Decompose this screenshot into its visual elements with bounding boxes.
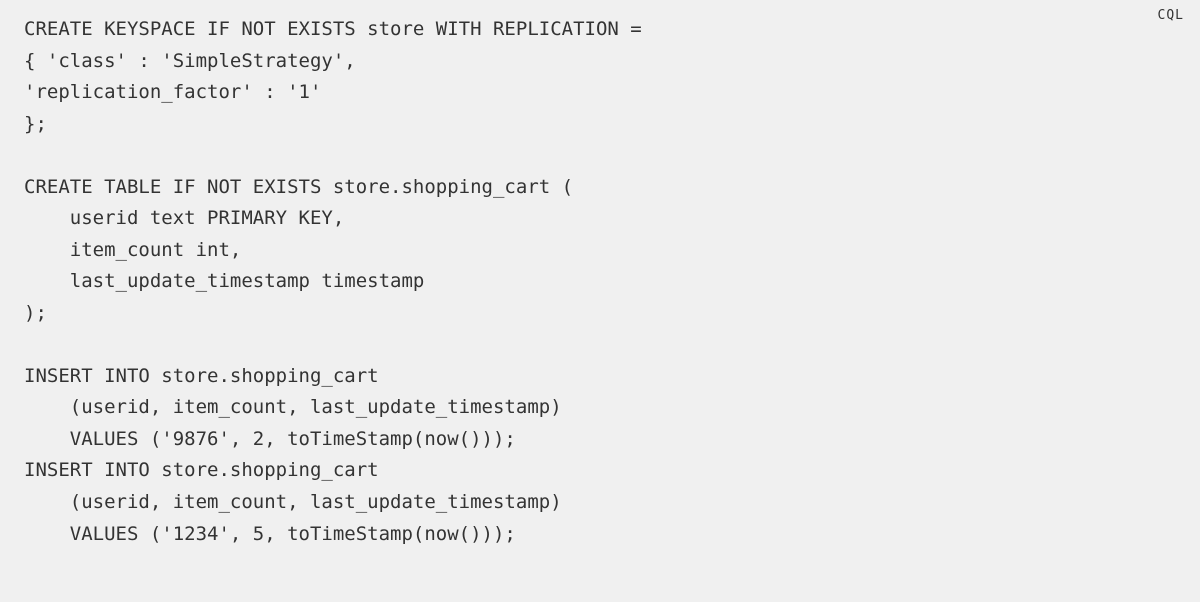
code-block: CQL CREATE KEYSPACE IF NOT EXISTS store …	[0, 0, 1200, 602]
code-content: CREATE KEYSPACE IF NOT EXISTS store WITH…	[24, 14, 1176, 550]
language-label: CQL	[1158, 8, 1184, 23]
